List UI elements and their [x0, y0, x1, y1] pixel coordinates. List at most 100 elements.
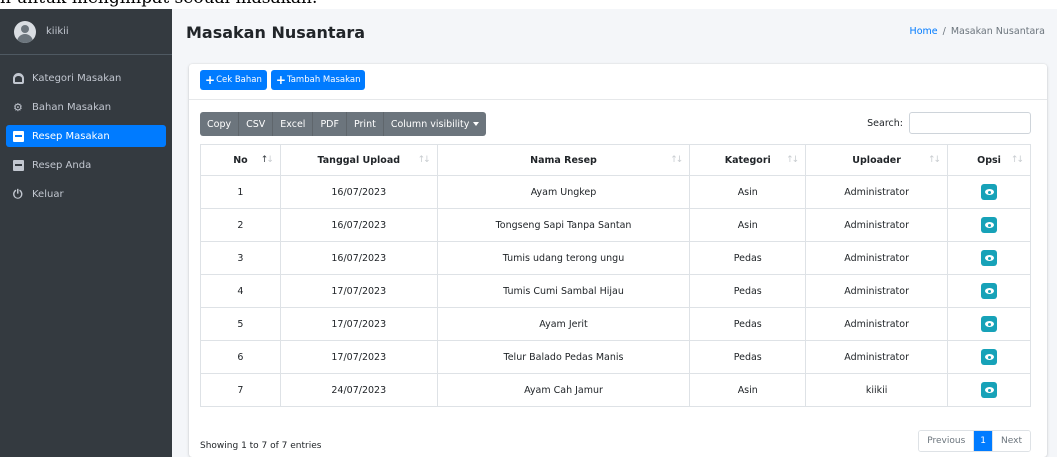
main-content: Masakan Nusantara Home / Masakan Nusantara…	[172, 9, 1057, 457]
avatar	[14, 20, 36, 43]
user-panel[interactable]: kiikii	[0, 9, 172, 55]
sort-icon: ↑↓	[417, 155, 431, 165]
table-row: 2 16/07/2023 Tongseng Sapi Tanpa Santan …	[200, 208, 1031, 242]
cell-opsi	[947, 340, 1031, 374]
cell-no: 6	[200, 340, 281, 374]
column-header-tanggal-upload[interactable]: Tanggal Upload ↑↓	[279, 144, 438, 176]
cell-nama-resep: Ayam Cah Jamur	[436, 373, 691, 407]
column-visibility-button[interactable]: Column visibility	[384, 112, 487, 136]
table-row: 5 17/07/2023 Ayam Jerit Pedas Administra…	[200, 307, 1031, 341]
view-button[interactable]	[981, 349, 998, 365]
table-row: 1 16/07/2023 Ayam Ungkep Asin Administra…	[200, 175, 1031, 209]
breadcrumb-home-link[interactable]: Home	[910, 26, 938, 37]
eye-icon	[984, 222, 994, 228]
cell-nama-resep: Ayam Jerit	[436, 307, 691, 341]
cell-nama-resep: Tumis Cumi Sambal Hijau	[436, 274, 691, 308]
cell-nama-resep: Tumis udang terong ungu	[436, 241, 691, 275]
cell-opsi	[947, 208, 1031, 242]
eye-icon	[984, 321, 994, 327]
cell-tanggal-upload: 17/07/2023	[279, 274, 438, 308]
sidebar: kiikii Kategori Masakan ⚙ Bahan Masakan …	[0, 9, 172, 457]
column-header-no[interactable]: No ↑↓	[200, 144, 281, 176]
cell-uploader: Administrator	[805, 274, 949, 308]
search-box: Search:	[867, 112, 1031, 134]
cell-no: 4	[200, 274, 281, 308]
table-row: 7 24/07/2023 Ayam Cah Jamur Asin kiikii	[200, 373, 1031, 407]
cell-opsi	[947, 307, 1031, 341]
print-button[interactable]: Print	[347, 112, 384, 136]
csv-button[interactable]: CSV	[239, 112, 274, 136]
pagination: Previous 1 Next	[918, 430, 1031, 452]
cell-uploader: Administrator	[805, 241, 949, 275]
sort-icon: ↑↓	[786, 155, 799, 165]
tambah-masakan-button[interactable]: + Tambah Masakan	[270, 70, 366, 90]
column-visibility-label: Column visibility	[390, 118, 470, 130]
column-header-uploader[interactable]: Uploader ↑↓	[805, 144, 949, 176]
export-toolbar: Copy CSV Excel PDF Print Column visibili…	[200, 112, 487, 136]
sidebar-item-label: Bahan Masakan	[32, 101, 112, 113]
cell-kategori: Pedas	[689, 241, 807, 275]
view-button[interactable]	[981, 217, 998, 233]
cell-nama-resep: Tongseng Sapi Tanpa Santan	[436, 208, 691, 242]
cell-kategori: Asin	[689, 373, 807, 407]
column-header-nama-resep[interactable]: Nama Resep ↑↓	[436, 144, 691, 176]
cell-kategori: Asin	[689, 208, 807, 242]
sidebar-item-bahan-masakan[interactable]: ⚙ Bahan Masakan	[6, 96, 166, 118]
table-info: Showing 1 to 7 of 7 entries	[200, 441, 322, 451]
sidebar-item-label: Keluar	[32, 188, 64, 200]
sidebar-item-resep-masakan[interactable]: Resep Masakan	[6, 125, 166, 147]
cell-tanggal-upload: 17/07/2023	[279, 340, 438, 374]
cell-tanggal-upload: 17/07/2023	[279, 307, 438, 341]
cell-kategori: Asin	[689, 175, 807, 209]
view-button[interactable]	[981, 250, 998, 266]
page-top-text-strip: n untuk mengimpat seoual masakan.	[0, 0, 1057, 9]
view-button[interactable]	[981, 283, 998, 299]
cell-no: 2	[200, 208, 281, 242]
sort-icon: ↑↓	[670, 155, 683, 165]
search-label: Search:	[867, 117, 903, 129]
cell-nama-resep: Telur Balado Pedas Manis	[436, 340, 691, 374]
sidebar-item-kategori-masakan[interactable]: Kategori Masakan	[6, 67, 166, 89]
user-name: kiikii	[46, 26, 69, 37]
column-header-kategori[interactable]: Kategori ↑↓	[689, 144, 807, 176]
plus-icon: +	[275, 73, 286, 87]
cell-kategori: Pedas	[689, 307, 807, 341]
copy-button[interactable]: Copy	[200, 112, 240, 136]
caret-down-icon	[473, 122, 480, 126]
cell-opsi	[947, 175, 1031, 209]
cell-opsi	[947, 241, 1031, 275]
excel-button[interactable]: Excel	[273, 112, 314, 136]
cek-bahan-button[interactable]: + Cek Bahan	[200, 70, 267, 90]
sidebar-item-keluar[interactable]: ⏻ Keluar	[6, 183, 166, 205]
page-title: Masakan Nusantara	[186, 23, 366, 42]
cell-no: 7	[200, 373, 281, 407]
cell-uploader: kiikii	[805, 373, 949, 407]
previous-page-button[interactable]: Previous	[919, 431, 975, 451]
eye-icon	[984, 255, 994, 261]
sidebar-item-label: Kategori Masakan	[32, 72, 122, 84]
view-button[interactable]	[981, 382, 998, 398]
plus-icon: +	[205, 73, 216, 87]
search-input[interactable]	[909, 112, 1031, 134]
table-row: 3 16/07/2023 Tumis udang terong ungu Ped…	[200, 241, 1031, 275]
cell-opsi	[947, 274, 1031, 308]
cell-no: 1	[200, 175, 281, 209]
view-button[interactable]	[981, 184, 998, 200]
cell-tanggal-upload: 16/07/2023	[279, 241, 438, 275]
table-row: 4 17/07/2023 Tumis Cumi Sambal Hijau Ped…	[200, 274, 1031, 308]
page-top-text: n untuk mengimpat seoual masakan.	[0, 0, 317, 8]
breadcrumb: Home / Masakan Nusantara	[910, 26, 1045, 37]
cell-kategori: Pedas	[689, 274, 807, 308]
pdf-button[interactable]: PDF	[313, 112, 347, 136]
column-header-opsi[interactable]: Opsi ↑↓	[947, 144, 1031, 176]
sort-icon: ↑↓	[260, 155, 274, 165]
view-button[interactable]	[981, 316, 998, 332]
sidebar-item-resep-anda[interactable]: Resep Anda	[6, 154, 166, 176]
cell-tanggal-upload: 16/07/2023	[279, 175, 438, 209]
next-page-button[interactable]: Next	[993, 431, 1030, 451]
cell-uploader: Administrator	[805, 208, 949, 242]
cell-uploader: Administrator	[805, 175, 949, 209]
chef-hat-icon	[13, 72, 24, 84]
book-icon	[13, 130, 24, 142]
page-1-button[interactable]: 1	[974, 431, 994, 451]
